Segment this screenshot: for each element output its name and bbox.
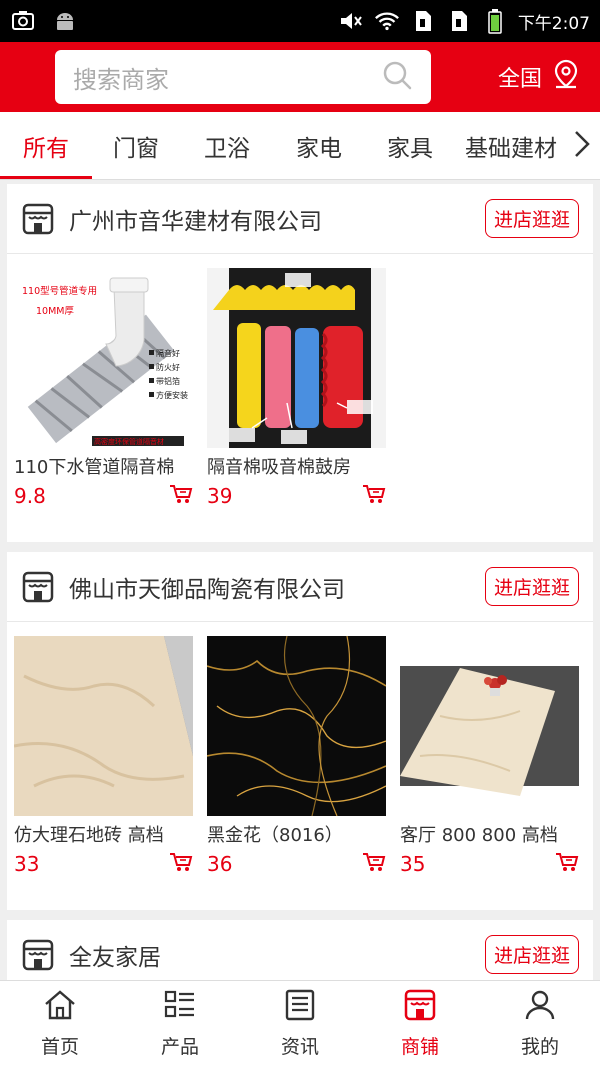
store-icon: [21, 938, 55, 972]
location-pin-icon[interactable]: [550, 58, 582, 96]
nav-products[interactable]: 产品: [120, 981, 240, 1067]
product-card[interactable]: 110型号管道专用 10MM厚 隔音好 防火好 带铝箔 方便安装 高密度环保管道…: [14, 268, 193, 542]
cart-icon[interactable]: [169, 483, 193, 509]
nav-home[interactable]: 首页: [0, 981, 120, 1067]
nav-mine-label[interactable]: 我的: [521, 1032, 559, 1059]
tab-all[interactable]: 所有: [0, 112, 92, 179]
user-icon[interactable]: [523, 989, 557, 1026]
screenshot-icon: [10, 9, 36, 33]
product-card[interactable]: 仿大理石地砖 高档 33: [14, 636, 193, 910]
cart-icon[interactable]: [362, 483, 386, 509]
cart-icon[interactable]: [362, 851, 386, 877]
visit-shop-button[interactable]: 进店逛逛: [484, 935, 579, 974]
product-row: 110型号管道专用 10MM厚 隔音好 防火好 带铝箔 方便安装 高密度环保管道…: [7, 254, 593, 542]
tab-furniture[interactable]: 家具: [364, 112, 456, 179]
shop-card: 全友家居 进店逛逛: [7, 920, 593, 980]
cart-icon[interactable]: [555, 851, 579, 877]
product-price: 36: [207, 852, 233, 876]
tab-appliances[interactable]: 家电: [274, 112, 364, 179]
nav-news[interactable]: 资讯: [240, 981, 360, 1067]
product-name[interactable]: 黑金花（8016）: [207, 821, 386, 847]
shop-card: 广州市音华建材有限公司 进店逛逛 110型号管道专用 10MM厚 隔音好 防火好…: [7, 184, 593, 542]
product-price: 9.8: [14, 484, 46, 508]
home-icon[interactable]: [43, 989, 77, 1026]
product-card[interactable]: 隔音棉吸音棉鼓房 39: [207, 268, 386, 542]
header-bar: 搜索商家 全国: [0, 42, 600, 112]
nav-home-label[interactable]: 首页: [41, 1032, 79, 1059]
tab-doors-windows[interactable]: 门窗: [92, 112, 180, 179]
product-price: 33: [14, 852, 40, 876]
shop-name[interactable]: 全友家居: [69, 938, 485, 972]
product-image-caption: 带铝箔: [156, 376, 180, 386]
wifi-icon: [374, 9, 400, 33]
product-image-caption: 隔音好: [156, 348, 180, 358]
product-image[interactable]: [207, 268, 386, 448]
product-card[interactable]: 黑金花（8016） 36: [207, 636, 386, 910]
product-price: 35: [400, 852, 426, 876]
region-selector[interactable]: 全国: [498, 58, 582, 96]
product-image[interactable]: [400, 636, 579, 816]
nav-mine[interactable]: 我的: [480, 981, 600, 1067]
visit-shop-button[interactable]: 进店逛逛: [484, 199, 579, 238]
product-name[interactable]: 客厅 800 800 高档: [400, 821, 579, 847]
region-label[interactable]: 全国: [498, 61, 542, 93]
shop-icon[interactable]: [403, 989, 437, 1026]
sim-2-icon: [446, 9, 472, 33]
category-tabs: 所有 门窗 卫浴 家电 家具 基础建材: [0, 112, 600, 180]
product-image[interactable]: [207, 636, 386, 816]
status-bar: 下午2:07: [0, 0, 600, 42]
nav-news-label[interactable]: 资讯: [281, 1032, 319, 1059]
product-image[interactable]: [14, 636, 193, 816]
visit-shop-button[interactable]: 进店逛逛: [484, 567, 579, 606]
shop-header[interactable]: 佛山市天御品陶瓷有限公司 进店逛逛: [7, 552, 593, 622]
product-name[interactable]: 仿大理石地砖 高档: [14, 821, 193, 847]
product-price: 39: [207, 484, 233, 508]
shop-list: 广州市音华建材有限公司 进店逛逛 110型号管道专用 10MM厚 隔音好 防火好…: [0, 180, 600, 980]
store-icon: [21, 570, 55, 604]
product-image-caption: 方便安装: [156, 390, 188, 400]
shop-card: 佛山市天御品陶瓷有限公司 进店逛逛 仿大理石地砖 高档 33 黑金花（8016）…: [7, 552, 593, 910]
product-image-caption: 高密度环保管道隔音材: [94, 437, 164, 446]
nav-shops-label[interactable]: 商铺: [401, 1032, 439, 1059]
tabs-more-button[interactable]: [564, 112, 600, 179]
store-icon: [21, 202, 55, 236]
bottom-nav: 首页 产品 资讯 商铺 我的: [0, 980, 600, 1067]
sim-1-icon: [410, 9, 436, 33]
nav-products-label[interactable]: 产品: [161, 1032, 199, 1059]
shop-header[interactable]: 全友家居 进店逛逛: [7, 920, 593, 980]
chevron-right-icon[interactable]: [573, 129, 591, 163]
shop-name[interactable]: 广州市音华建材有限公司: [69, 202, 485, 236]
product-name[interactable]: 110下水管道隔音棉: [14, 453, 193, 479]
search-box[interactable]: 搜索商家: [55, 50, 431, 104]
product-image-caption: 防火好: [156, 362, 180, 372]
cart-icon[interactable]: [169, 851, 193, 877]
product-image[interactable]: 110型号管道专用 10MM厚 隔音好 防火好 带铝箔 方便安装 高密度环保管道…: [14, 268, 193, 448]
search-icon[interactable]: [381, 59, 413, 95]
mute-icon: [338, 9, 364, 33]
tab-bathroom[interactable]: 卫浴: [180, 112, 274, 179]
shop-name[interactable]: 佛山市天御品陶瓷有限公司: [69, 570, 485, 604]
product-image-caption: 10MM厚: [36, 306, 74, 317]
search-placeholder[interactable]: 搜索商家: [73, 60, 381, 95]
status-time: 下午2:07: [517, 13, 590, 34]
product-image-caption: 110型号管道专用: [22, 285, 97, 297]
shop-header[interactable]: 广州市音华建材有限公司 进店逛逛: [7, 184, 593, 254]
tab-building-materials[interactable]: 基础建材: [456, 112, 566, 179]
product-name[interactable]: 隔音棉吸音棉鼓房: [207, 453, 386, 479]
product-row: 仿大理石地砖 高档 33 黑金花（8016） 36 客厅 800 800 高档 …: [7, 622, 593, 910]
list-icon[interactable]: [163, 989, 197, 1026]
battery-icon: [482, 9, 508, 34]
android-icon: [52, 9, 78, 33]
product-card[interactable]: 客厅 800 800 高档 35: [400, 636, 579, 910]
news-icon[interactable]: [283, 989, 317, 1026]
nav-shops[interactable]: 商铺: [360, 981, 480, 1067]
